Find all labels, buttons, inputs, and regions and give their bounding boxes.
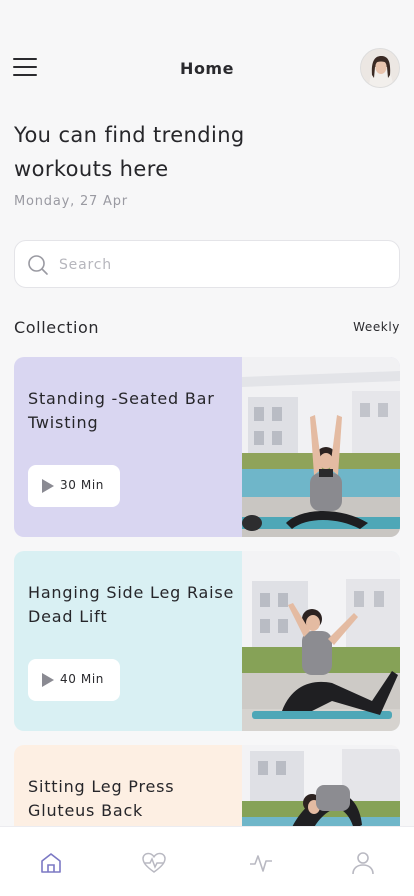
workout-card[interactable]: Hanging Side Leg Raise Dead Lift 40 Min bbox=[14, 551, 400, 731]
duration-label: 30 Min bbox=[60, 478, 104, 492]
heart-pulse-icon[interactable] bbox=[140, 849, 168, 877]
page-title: Home bbox=[180, 59, 234, 78]
search-input[interactable] bbox=[59, 253, 379, 277]
workout-photo bbox=[242, 551, 400, 731]
collection-title: Collection bbox=[14, 318, 100, 337]
bottom-tab-bar bbox=[0, 826, 414, 896]
profile-icon[interactable] bbox=[349, 849, 377, 877]
headline: You can find trending workouts here bbox=[14, 123, 245, 181]
workout-title: Sitting Leg Press Gluteus Back bbox=[28, 777, 175, 820]
home-screen: Home You can find trending workouts here… bbox=[0, 0, 414, 896]
avatar[interactable] bbox=[360, 48, 400, 88]
weekly-filter-link[interactable]: Weekly bbox=[353, 320, 400, 334]
search-icon bbox=[28, 255, 48, 275]
play-icon bbox=[42, 673, 54, 687]
date-label: Monday, 27 Apr bbox=[14, 194, 128, 209]
header: Home bbox=[0, 44, 414, 92]
workout-photo bbox=[242, 357, 400, 537]
play-icon bbox=[42, 479, 54, 493]
activity-icon[interactable] bbox=[247, 849, 275, 877]
duration-label: 40 Min bbox=[60, 672, 104, 686]
workout-card[interactable]: Standing -Seated Bar Twisting 30 Min bbox=[14, 357, 400, 537]
home-icon[interactable] bbox=[37, 849, 65, 877]
play-duration-button[interactable]: 40 Min bbox=[28, 659, 120, 701]
search-bar[interactable] bbox=[14, 240, 400, 288]
workout-title: Standing -Seated Bar Twisting bbox=[28, 389, 215, 432]
workout-title: Hanging Side Leg Raise Dead Lift bbox=[28, 583, 235, 626]
play-duration-button[interactable]: 30 Min bbox=[28, 465, 120, 507]
